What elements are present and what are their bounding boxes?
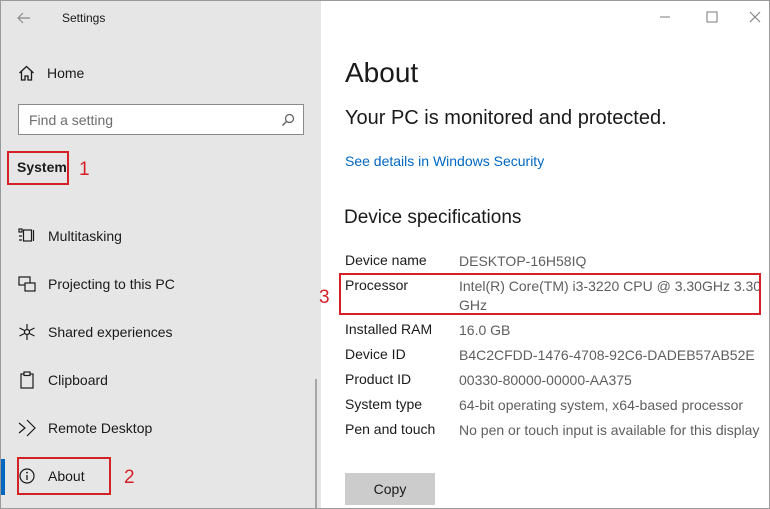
windows-security-link[interactable]: See details in Windows Security [345, 153, 544, 169]
selected-indicator [1, 459, 5, 495]
annotation-box-1 [7, 151, 69, 185]
home-label: Home [47, 65, 85, 81]
spec-value: 64-bit operating system, x64-based proce… [459, 397, 744, 413]
sidebar-item-shared-experiences[interactable]: Shared experiences [18, 323, 173, 341]
protection-status: Your PC is monitored and protected. [345, 107, 667, 129]
annotation-number-1: 1 [79, 159, 90, 180]
spec-label: Product ID [345, 371, 412, 387]
sidebar-item-label: Clipboard [48, 372, 108, 388]
spec-label: System type [345, 396, 423, 412]
sidebar-item-remote-desktop[interactable]: Remote Desktop [18, 419, 152, 437]
spec-label: Installed RAM [345, 321, 433, 337]
spec-value: DESKTOP-16H58IQ [459, 253, 587, 269]
spec-value: 16.0 GB [459, 322, 511, 338]
shared-experiences-icon [18, 323, 36, 341]
close-button[interactable] [745, 7, 765, 27]
sidebar-item-multitasking[interactable]: Multitasking [18, 227, 122, 245]
spec-value: 00330-80000-00000-AA375 [459, 372, 632, 388]
search-icon[interactable] [273, 113, 303, 127]
search-input[interactable]: Find a setting [18, 104, 304, 135]
spec-value: B4C2CFDD-1476-4708-92C6-DADEB57AB52E [459, 347, 755, 363]
sidebar-item-projecting[interactable]: Projecting to this PC [18, 275, 175, 293]
sidebar-item-label: Shared experiences [48, 324, 173, 340]
spec-label: Device ID [345, 346, 406, 362]
spec-label: Device name [345, 252, 427, 268]
app-title: Settings [62, 11, 106, 25]
clipboard-icon [18, 371, 36, 389]
annotation-number-3: 3 [319, 287, 330, 308]
spec-label: Pen and touch [345, 421, 436, 437]
sidebar-scrollbar[interactable] [315, 379, 317, 508]
spec-value: No pen or touch input is available for t… [459, 422, 760, 438]
back-arrow-icon [17, 12, 30, 24]
page-title: About [345, 57, 419, 88]
maximize-icon [706, 11, 718, 23]
search-placeholder: Find a setting [29, 111, 114, 128]
remote-desktop-icon [18, 419, 36, 437]
projecting-icon [18, 275, 36, 293]
close-icon [749, 11, 761, 23]
copy-button[interactable]: Copy [345, 473, 435, 505]
about-page: About Your PC is monitored and protected… [319, 1, 769, 508]
sidebar-item-clipboard[interactable]: Clipboard [18, 371, 108, 389]
home-icon [19, 65, 34, 81]
device-specifications-heading: Device specifications [344, 207, 522, 228]
minimize-button[interactable] [655, 7, 675, 27]
maximize-button[interactable] [702, 7, 722, 27]
annotation-number-2: 2 [124, 467, 135, 488]
annotation-box-3 [339, 273, 761, 315]
sidebar-item-label: Multitasking [48, 228, 122, 244]
sidebar-item-label: Remote Desktop [48, 420, 153, 436]
sidebar-item-label: Projecting to this PC [48, 276, 175, 292]
multitasking-icon [18, 227, 36, 245]
annotation-box-2 [17, 457, 111, 495]
minimize-icon [660, 16, 670, 18]
sidebar: Settings Home Find a setting System 1 Mu… [1, 1, 321, 508]
home-nav-item[interactable]: Home [18, 65, 84, 81]
settings-window: Settings Home Find a setting System 1 Mu… [0, 0, 770, 509]
back-button[interactable] [13, 7, 35, 29]
